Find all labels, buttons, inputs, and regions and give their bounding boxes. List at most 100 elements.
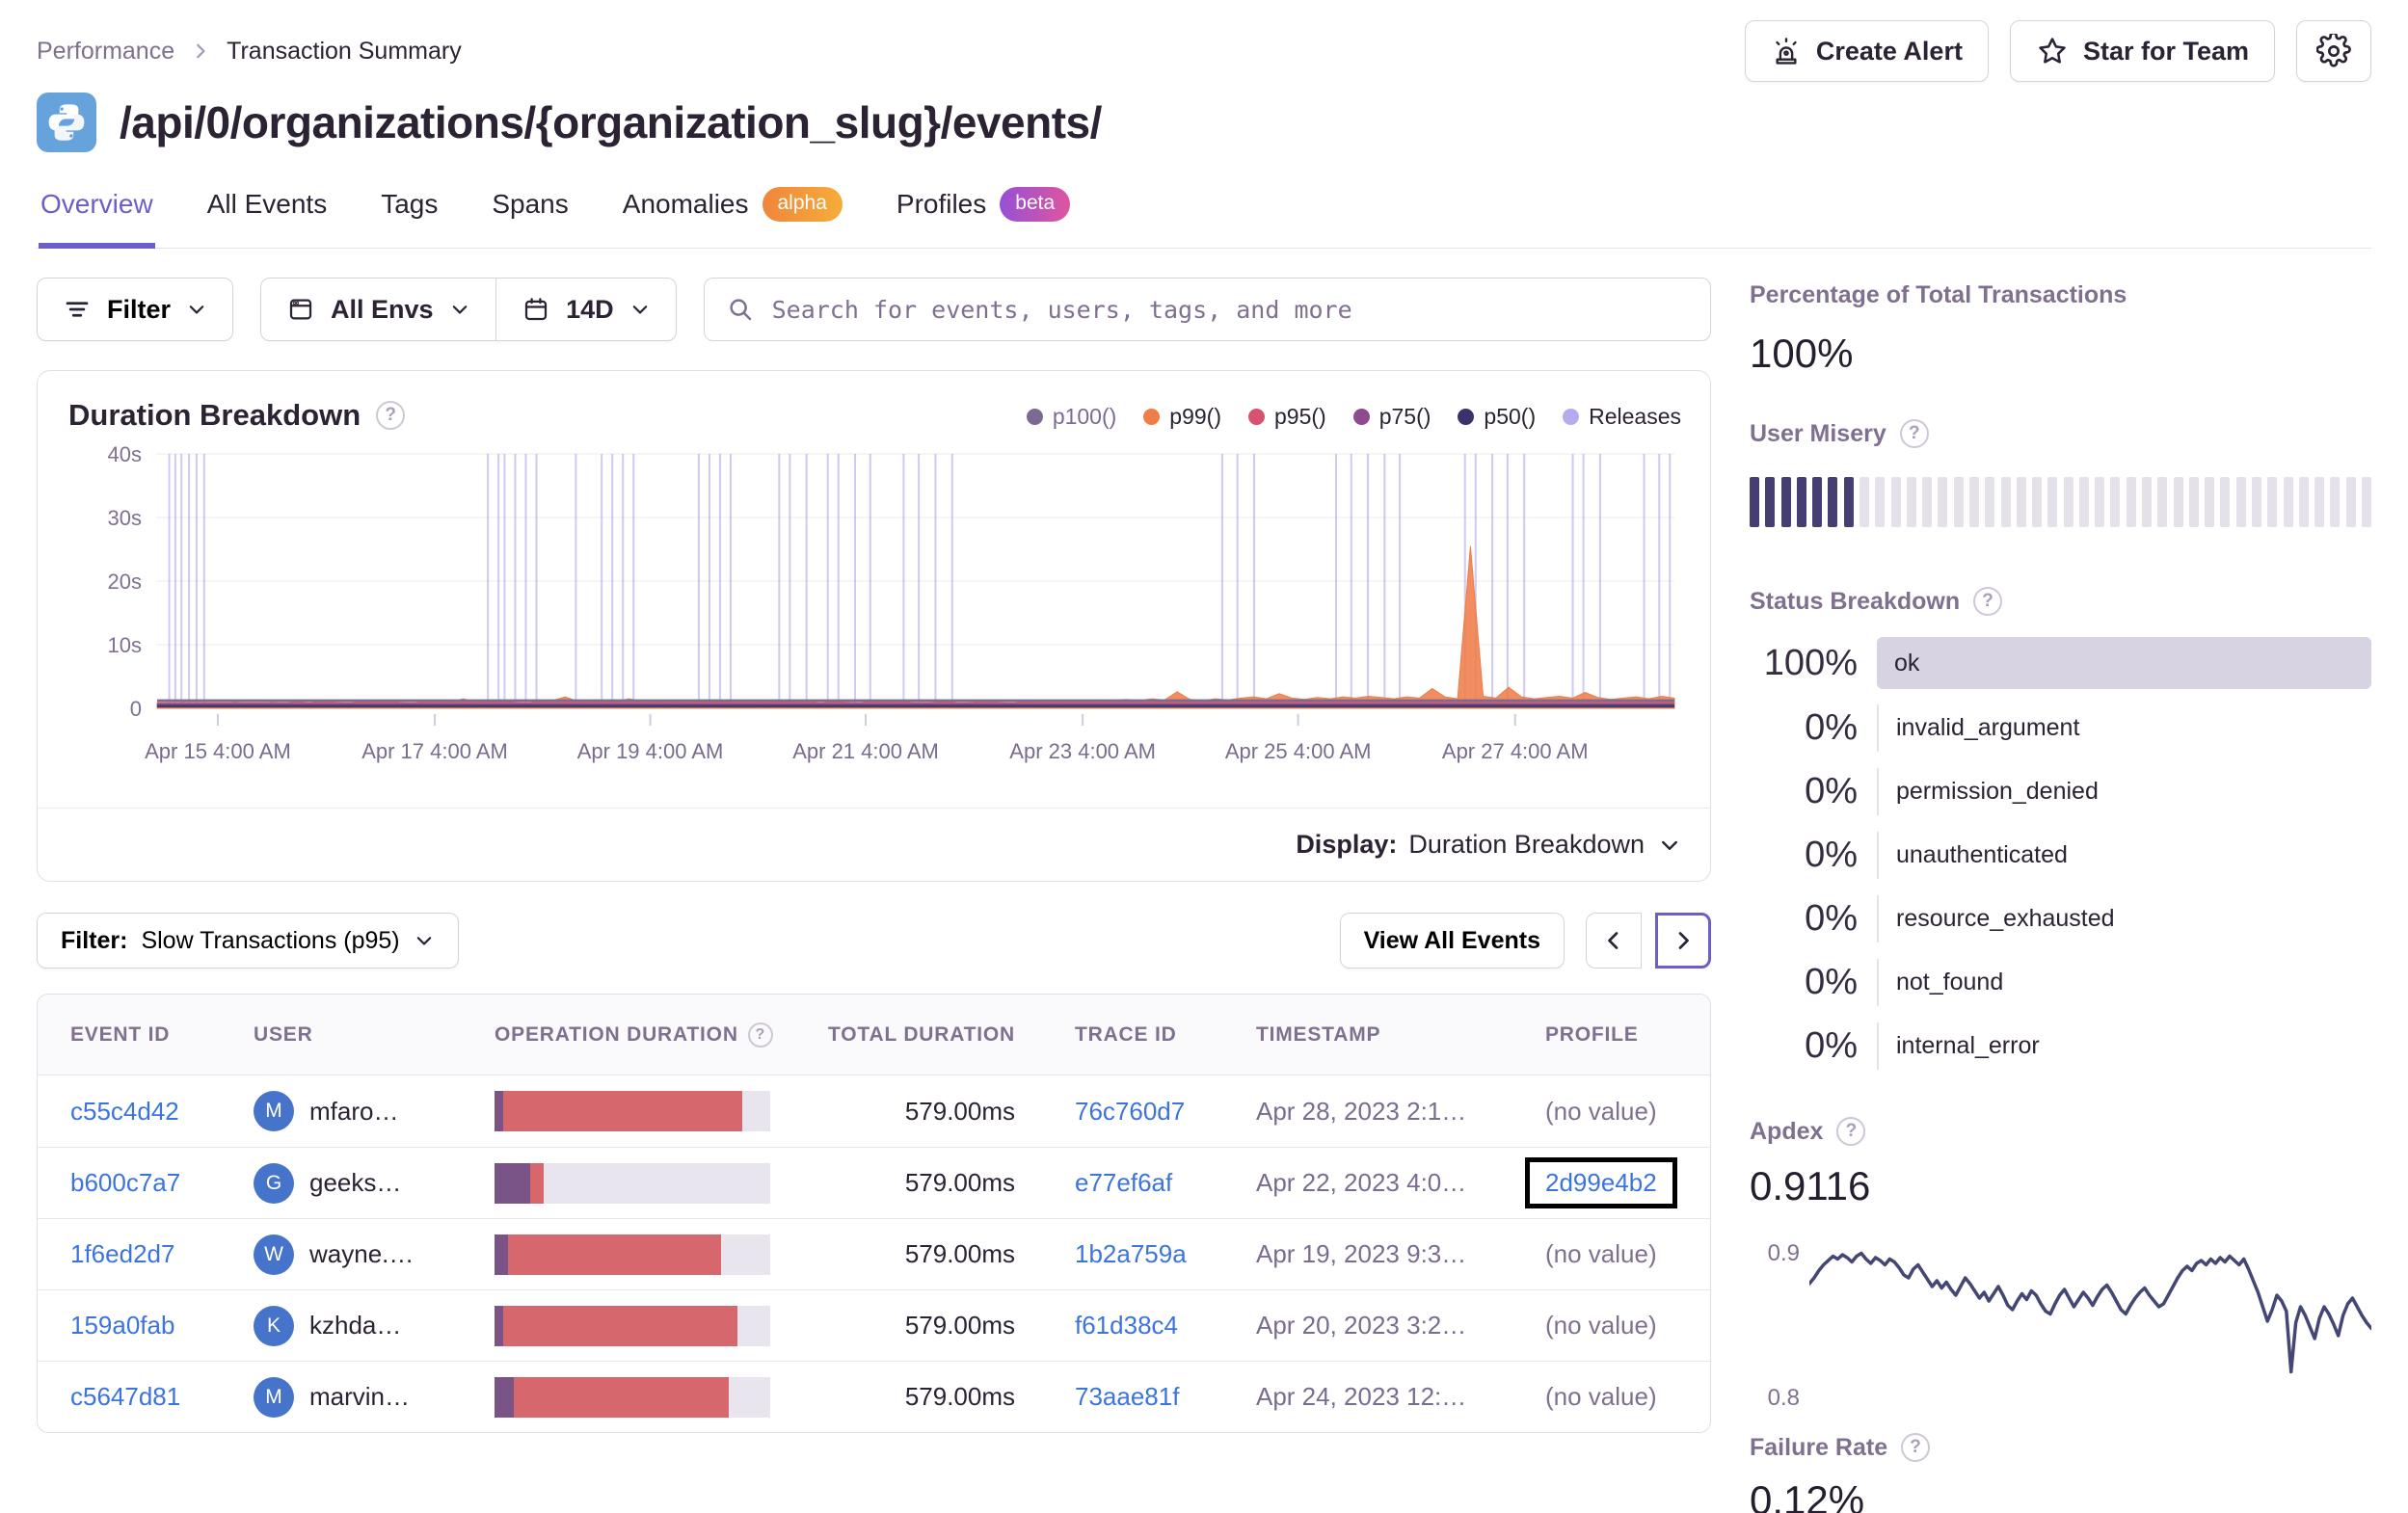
timestamp-cell: Apr 20, 2023 3:2… xyxy=(1256,1311,1467,1340)
trace-id-link[interactable]: 73aae81f xyxy=(1075,1382,1179,1411)
tab-spans[interactable]: Spans xyxy=(490,181,570,249)
chart-footer: Display: Duration Breakdown xyxy=(38,808,1710,881)
status-percent: 0% xyxy=(1805,961,1858,1002)
top-bar: Performance Transaction Summary Create A… xyxy=(37,0,2371,83)
trace-id-link[interactable]: e77ef6af xyxy=(1075,1168,1172,1197)
op-segment-http xyxy=(514,1376,730,1418)
user-avatar: G xyxy=(254,1162,294,1204)
legend-item-p75[interactable]: p75() xyxy=(1352,404,1431,430)
display-selector[interactable]: Duration Breakdown xyxy=(1408,830,1681,860)
svg-text:Apr 15 4:00 AM: Apr 15 4:00 AM xyxy=(145,739,291,763)
legend-dot xyxy=(1352,409,1370,425)
duration-breakdown-panel: Duration Breakdown ? p100() p99() p95() p75… xyxy=(37,370,1711,882)
misery-tick-empty xyxy=(1938,477,1948,527)
status-rows: 100% ok 0% invalid_argument 0% permission_den… xyxy=(1750,637,2371,1071)
tab-tags[interactable]: Tags xyxy=(379,181,440,249)
duration-breakdown-title: Duration Breakdown xyxy=(68,398,361,432)
gear-icon xyxy=(2316,34,2351,68)
legend-item-p50[interactable]: p50() xyxy=(1458,404,1536,430)
next-page-button[interactable] xyxy=(1655,913,1711,969)
apdex-value: 0.9116 xyxy=(1750,1163,1871,1208)
operation-duration-bar xyxy=(495,1376,770,1418)
previous-page-button[interactable] xyxy=(1586,913,1642,969)
help-icon[interactable]: ? xyxy=(376,401,406,430)
trace-id-cell: f61d38c4 xyxy=(1025,1311,1256,1340)
user-name: geeks… xyxy=(309,1168,402,1197)
search-container xyxy=(703,278,1711,341)
status-breakdown-section: Status Breakdown ? 100% ok 0% invalid_argum… xyxy=(1750,587,2371,1071)
trace-id-link[interactable]: f61d38c4 xyxy=(1075,1311,1178,1340)
help-icon[interactable]: ? xyxy=(1899,419,1929,448)
search-input[interactable] xyxy=(771,295,1689,324)
environment-selector[interactable]: All Envs xyxy=(261,279,495,340)
profile-link[interactable]: 2d99e4b2 xyxy=(1545,1168,1657,1198)
tab-profiles[interactable]: Profiles beta xyxy=(895,181,1072,249)
profile-cell: (no value) xyxy=(1545,1239,1710,1269)
status-label: internal_error xyxy=(1877,1022,2371,1070)
timestamp-cell: Apr 24, 2023 12:… xyxy=(1256,1382,1467,1411)
event-id-link[interactable]: 1f6ed2d7 xyxy=(70,1239,174,1268)
user-avatar: M xyxy=(254,1091,294,1131)
misery-tick-empty xyxy=(1922,477,1933,527)
legend-dot xyxy=(1248,409,1265,425)
operation-duration-bar xyxy=(495,1305,770,1346)
legend-item-p95[interactable]: p95() xyxy=(1248,404,1326,430)
header-actions: Create Alert Star for Team xyxy=(1744,20,2371,82)
user-name: kzhda… xyxy=(309,1311,402,1340)
tab-bar: Overview All Events Tags Spans Anomalies alph… xyxy=(37,181,2371,249)
status-row-permission_denied: 0% permission_denied xyxy=(1750,766,2371,816)
apdex-chart: 0.9 0.8 xyxy=(1750,1234,2373,1418)
filter-lines-icon xyxy=(63,295,92,324)
filter-dropdown-button[interactable]: Filter xyxy=(37,278,234,341)
table-row: c5647d81 Mmarvin… 579.00ms 73aae81f Apr 24, … xyxy=(38,1361,1710,1432)
event-id-link[interactable]: c5647d81 xyxy=(70,1382,180,1411)
misery-tick-empty xyxy=(2063,477,2074,527)
misery-tick-empty xyxy=(1890,477,1901,527)
event-id-link[interactable]: c55c4d42 xyxy=(70,1097,179,1126)
op-segment-db xyxy=(495,1234,509,1275)
trace-id-link[interactable]: 76c760d7 xyxy=(1075,1097,1185,1126)
legend-item-Releases[interactable]: Releases xyxy=(1563,404,1681,430)
env-date-group: All Envs 14D xyxy=(260,278,677,341)
create-alert-button[interactable]: Create Alert xyxy=(1744,20,1989,82)
timestamp-cell: Apr 28, 2023 2:1… xyxy=(1256,1096,1467,1126)
misery-tick-filled xyxy=(1843,477,1854,527)
help-icon[interactable]: ? xyxy=(1836,1117,1866,1146)
breadcrumb-transaction-summary: Transaction Summary xyxy=(227,37,462,65)
trace-id-link[interactable]: 1b2a759a xyxy=(1075,1239,1187,1268)
tab-anomalies[interactable]: Anomalies alpha xyxy=(621,181,844,249)
tab-overview[interactable]: Overview xyxy=(39,181,155,249)
legend-item-p99[interactable]: p99() xyxy=(1143,404,1221,430)
event-id-link[interactable]: 159a0fab xyxy=(70,1311,174,1340)
apdex-ytick-bottom: 0.8 xyxy=(1767,1385,1800,1411)
date-range-selector[interactable]: 14D xyxy=(496,279,676,340)
help-icon[interactable]: ? xyxy=(1901,1433,1931,1462)
breadcrumb-performance[interactable]: Performance xyxy=(37,38,174,66)
legend-dot xyxy=(1026,409,1043,425)
star-for-team-button[interactable]: Star for Team xyxy=(2009,20,2275,82)
total-transactions-section: Percentage of Total Transactions 100% xyxy=(1750,281,2371,377)
apdex-ytick-top: 0.9 xyxy=(1767,1240,1800,1266)
page-title: /api/0/organizations/{organization_slug}… xyxy=(120,97,1102,147)
legend-label: p99() xyxy=(1169,404,1221,429)
transactions-filter-button[interactable]: Filter: Slow Transactions (p95) xyxy=(37,913,459,969)
column-header-event-id: EVENT ID xyxy=(70,1022,171,1046)
column-header-profile: PROFILE xyxy=(1545,1022,1639,1046)
event-id-link[interactable]: b600c7a7 xyxy=(70,1168,180,1197)
legend-item-p100[interactable]: p100() xyxy=(1026,404,1117,430)
legend-label: p50() xyxy=(1484,404,1537,429)
help-icon[interactable]: ? xyxy=(1973,587,2003,616)
profile-cell: (no value) xyxy=(1545,1382,1710,1412)
settings-button[interactable] xyxy=(2296,20,2371,82)
duration-chart: 0 10s 20s 30s 40s Apr 15 4:00 AM Apr 17 4:00 A… xyxy=(108,442,1675,763)
svg-text:40s: 40s xyxy=(108,446,142,466)
legend-label: p100() xyxy=(1052,404,1117,429)
help-icon[interactable]: ? xyxy=(747,1022,773,1048)
operation-duration-bar xyxy=(495,1091,770,1131)
status-label: resource_exhausted xyxy=(1877,894,2371,942)
view-all-events-button[interactable]: View All Events xyxy=(1339,913,1565,969)
search-icon xyxy=(726,295,755,324)
tab-all-events[interactable]: All Events xyxy=(205,181,330,249)
breadcrumb: Performance Transaction Summary xyxy=(37,38,462,66)
misery-tick-empty xyxy=(2032,477,2043,527)
